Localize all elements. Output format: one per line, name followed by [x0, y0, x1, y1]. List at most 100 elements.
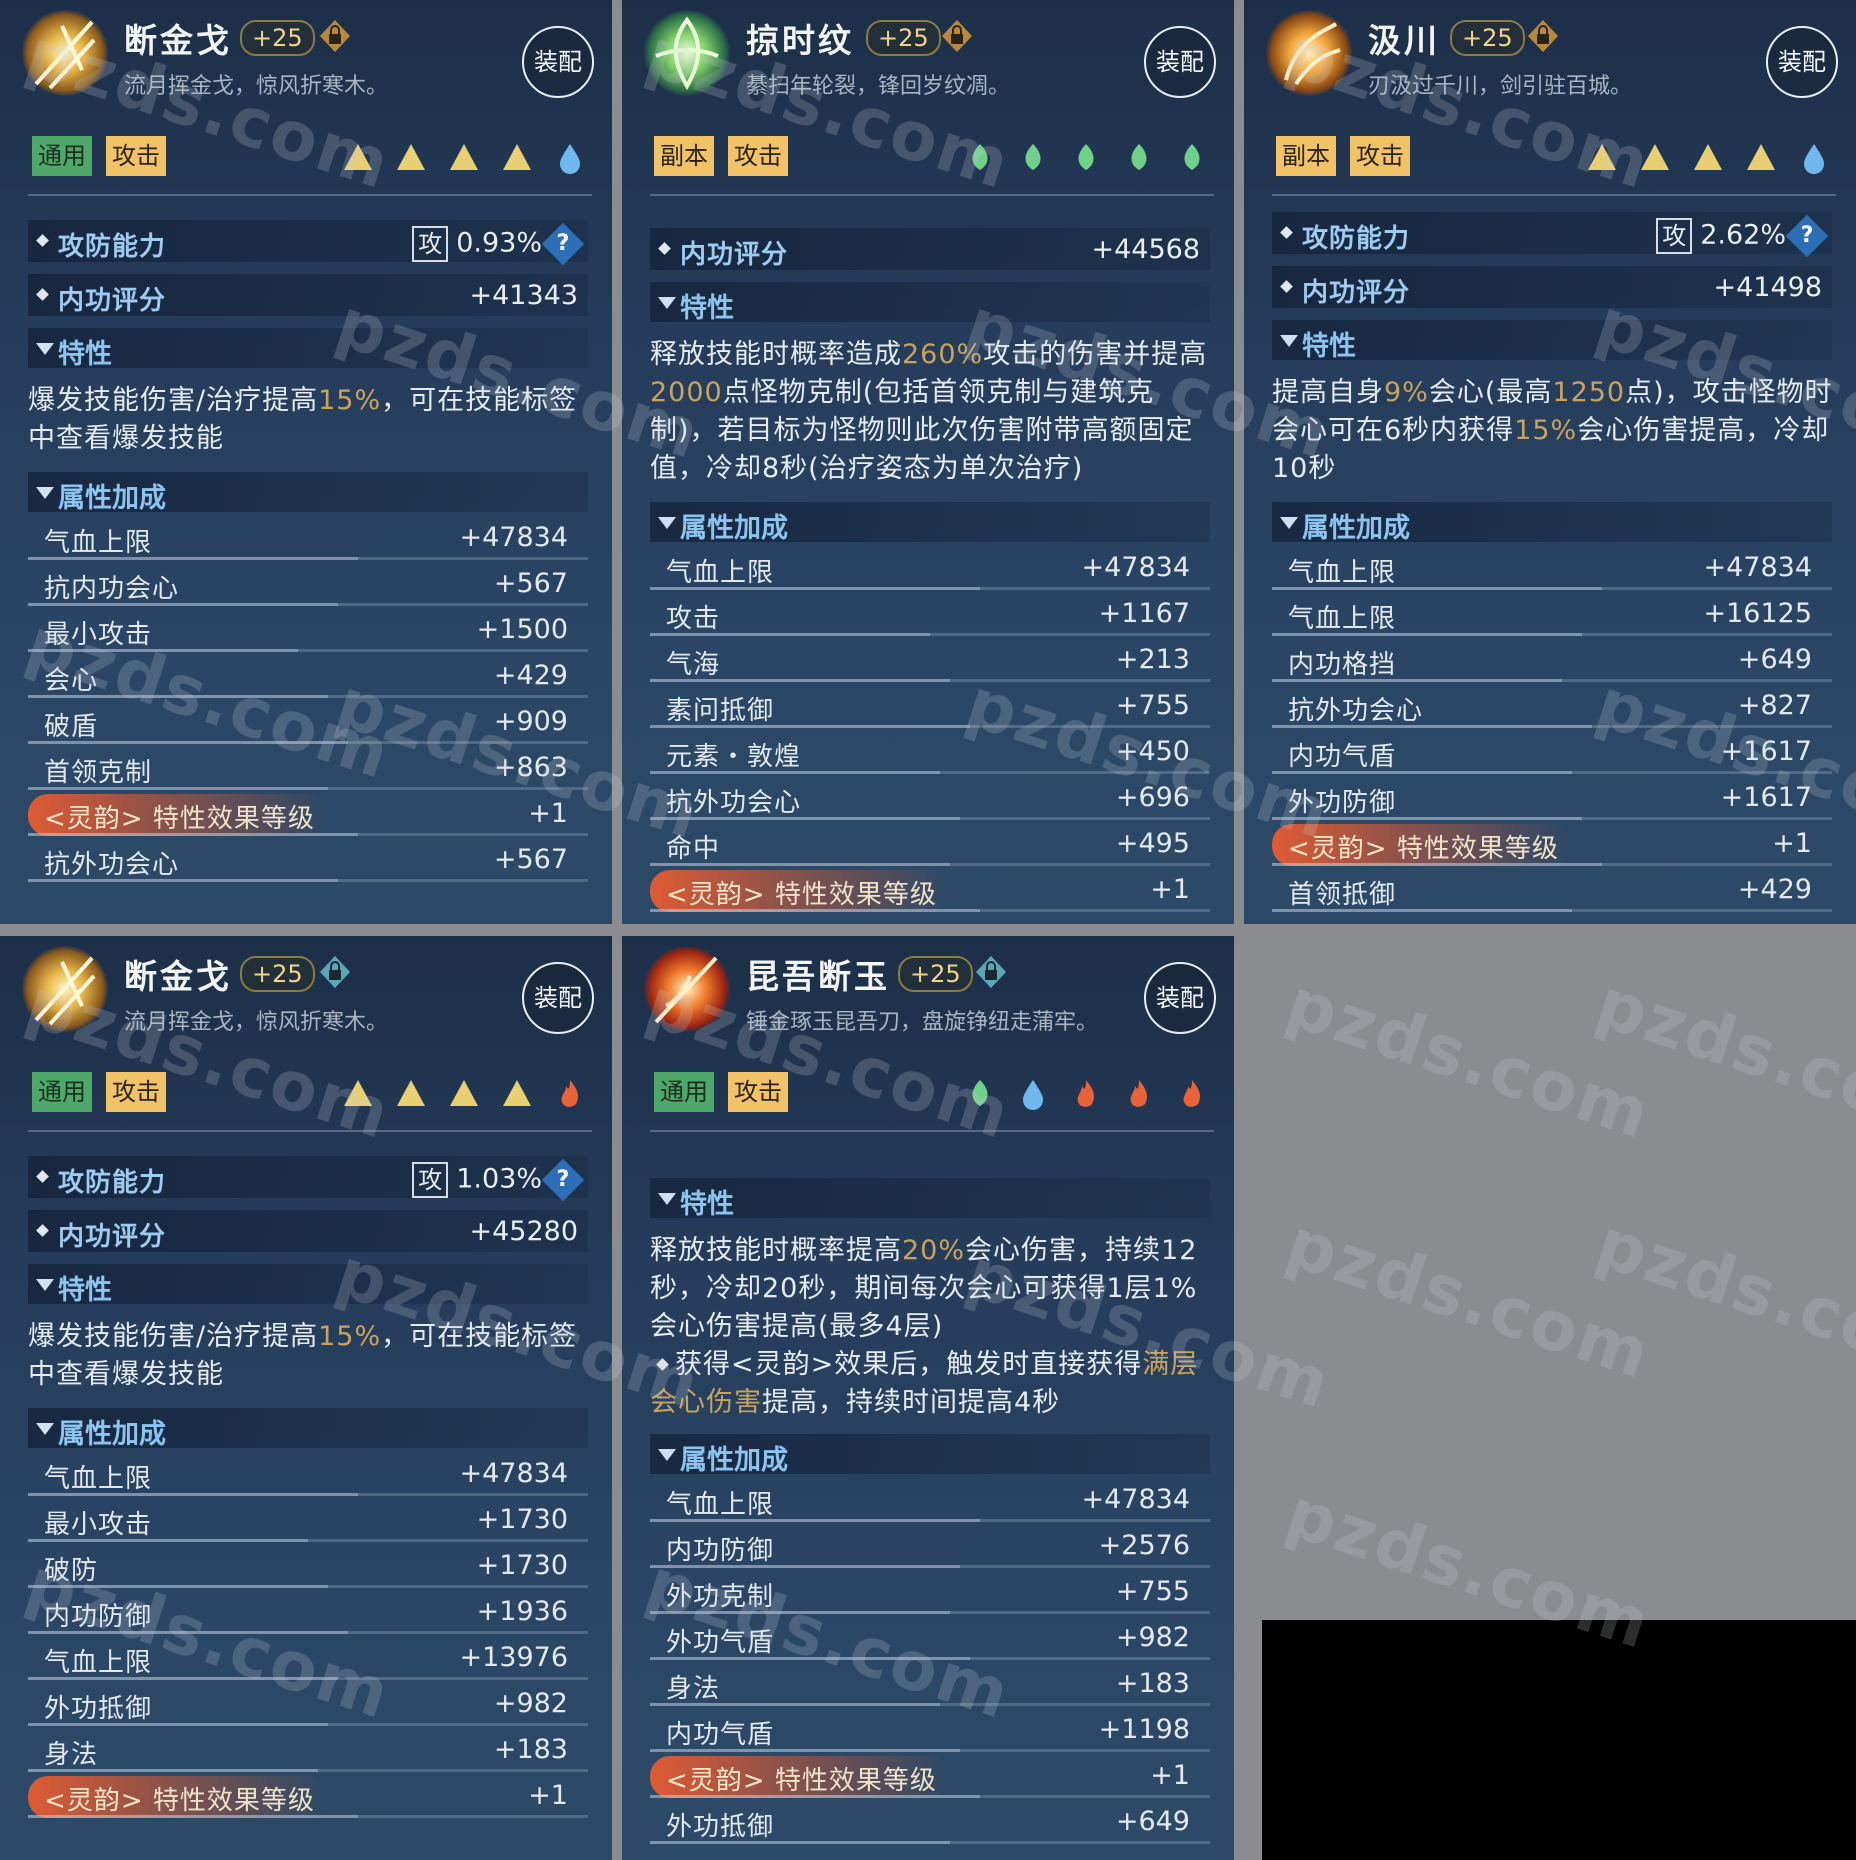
collapse-triangle-icon	[36, 487, 54, 499]
trait-description: 爆发技能伤害/治疗提高15%，可在技能标签中查看爆发技能	[28, 1321, 578, 1390]
attribute-section-header[interactable]: 属性加成	[28, 1408, 588, 1450]
tag-attack: 攻击	[106, 136, 166, 176]
tag-attack: 攻击	[1350, 136, 1410, 176]
divider	[28, 194, 592, 196]
gem-slots	[326, 1076, 586, 1110]
flame-gem-icon	[1077, 1080, 1094, 1107]
attack-defense-row: 攻防能力 攻 2.62%?	[1272, 212, 1832, 258]
collapse-triangle-icon	[36, 343, 54, 355]
level-badge: +25	[1450, 20, 1525, 56]
diamond-bullet-icon	[36, 1170, 49, 1183]
weapon-emblem-icon	[22, 10, 108, 96]
equip-button[interactable]: 装配	[1144, 26, 1216, 98]
weapon-emblem-icon	[644, 10, 730, 96]
water-drop-gem-icon	[1022, 1080, 1043, 1110]
lock-icon[interactable]	[1526, 18, 1560, 54]
stat-row: 外功抵御 +982	[28, 1682, 588, 1728]
weapon-emblem-icon	[1266, 10, 1352, 96]
green-leaf-gem-icon	[1184, 144, 1200, 170]
stat-row: 身法 +183	[650, 1662, 1210, 1708]
help-icon[interactable]: ?	[541, 222, 585, 266]
lock-icon[interactable]	[318, 954, 352, 990]
stat-row: 会心 +429	[28, 654, 588, 700]
help-icon[interactable]: ?	[1785, 214, 1829, 258]
lock-icon[interactable]	[940, 18, 974, 54]
stat-row: 破盾 +909	[28, 700, 588, 746]
lock-icon[interactable]	[318, 18, 352, 54]
diamond-bullet-icon	[36, 288, 49, 301]
stat-row: 内功格挡 +649	[1272, 638, 1832, 684]
card-header: 汲川 +25 刃汲过千川，剑引驻百城。 装配	[1244, 0, 1856, 112]
stat-row: 气血上限 +47834	[650, 546, 1210, 592]
attribute-section-header[interactable]: 属性加成	[650, 502, 1210, 544]
attack-defense-percent: 0.93%	[456, 227, 542, 259]
collapse-triangle-icon	[658, 297, 676, 309]
trait-section-title: 特性	[680, 1189, 734, 1220]
trait-section-header[interactable]: 特性	[28, 328, 588, 370]
attribute-section-header[interactable]: 属性加成	[28, 472, 588, 514]
attack-mode-badge: 攻	[412, 226, 449, 262]
item-description: 流月挥金戈，惊风折寒木。	[124, 74, 389, 99]
lock-icon[interactable]	[974, 954, 1008, 990]
equipment-card-duanjinge-2: 断金戈 +25 流月挥金戈，惊风折寒木。 装配 通用 攻击 攻防能力 攻 1.03…	[0, 936, 612, 1860]
trait-section-title: 特性	[58, 1275, 112, 1306]
equip-button[interactable]: 装配	[1766, 26, 1838, 98]
attack-mode-badge: 攻	[1656, 218, 1693, 254]
item-name: 汲川	[1368, 21, 1440, 60]
flame-gem-icon	[1130, 1080, 1147, 1107]
level-badge: +25	[240, 20, 315, 56]
attack-defense-row: 攻防能力 攻 0.93%?	[28, 220, 588, 266]
weapon-emblem-icon	[644, 946, 730, 1032]
diamond-bullet-icon	[658, 242, 671, 255]
gold-triangle-gem-icon	[396, 144, 425, 170]
stat-row: 内功气盾 +1617	[1272, 730, 1832, 776]
trait-section-header[interactable]: 特性	[650, 282, 1210, 324]
tag-general: 通用	[32, 136, 92, 176]
equip-button[interactable]: 装配	[522, 26, 594, 98]
stat-row: 首领克制 +863	[28, 746, 588, 792]
stat-row: 最小攻击 +1730	[28, 1498, 588, 1544]
special-stat-row: <灵韵> 特性效果等级 +1	[28, 1774, 588, 1820]
attack-defense-label: 攻防能力	[58, 1168, 167, 1198]
attribute-section-title: 属性加成	[680, 513, 788, 544]
tag-general: 通用	[654, 1072, 714, 1112]
trait-section-header[interactable]: 特性	[28, 1264, 588, 1306]
attribute-section-header[interactable]: 属性加成	[1272, 502, 1832, 544]
card-header: 掠时纹 +25 綦扫年轮裂，锋回岁纹凋。 装配	[622, 0, 1234, 112]
stat-row: 气血上限 +47834	[28, 1452, 588, 1498]
diamond-bullet-icon	[1280, 280, 1293, 293]
item-name: 掠时纹	[746, 21, 854, 60]
equipment-card-duanjinge: 断金戈 +25 流月挥金戈，惊风折寒木。 装配 通用 攻击 攻防能力 攻 0.93…	[0, 0, 612, 924]
special-stat-row: <灵韵> 特性效果等级 +1	[650, 1754, 1210, 1800]
equipment-card-kunwuduanyu: 昆吾断玉 +25 锤金琢玉昆吾刀，盘旋铮纽走蒲牢。 装配 通用 攻击 特性 释放…	[622, 936, 1234, 1860]
inner-score-row: 内功评分 +45280	[28, 1210, 588, 1252]
stat-row: 气血上限 +13976	[28, 1636, 588, 1682]
equipment-card-jichuan: 汲川 +25 刃汲过千川，剑引驻百城。 装配 副本 攻击 攻防能力 攻 2.62%…	[1244, 0, 1856, 924]
water-drop-gem-icon	[1804, 144, 1824, 174]
trait-section-header[interactable]: 特性	[650, 1178, 1210, 1220]
equip-button[interactable]: 装配	[522, 962, 594, 1034]
gold-triangle-gem-icon	[1640, 144, 1669, 170]
inner-score-value: +44568	[1091, 234, 1200, 265]
equip-button[interactable]: 装配	[1144, 962, 1216, 1034]
trait-section-header[interactable]: 特性	[1272, 320, 1832, 362]
inner-score-value: +41343	[469, 280, 578, 311]
gold-triangle-gem-icon	[1746, 144, 1775, 170]
attribute-section-header[interactable]: 属性加成	[650, 1434, 1210, 1476]
help-icon[interactable]: ?	[541, 1158, 585, 1202]
stat-row: 气血上限 +47834	[1272, 546, 1832, 592]
gold-triangle-gem-icon	[449, 144, 478, 170]
gold-triangle-gem-icon	[396, 1080, 425, 1106]
stat-row: 外功气盾 +982	[650, 1616, 1210, 1662]
gold-triangle-gem-icon	[449, 1080, 478, 1106]
stat-row: 身法 +183	[28, 1728, 588, 1774]
inner-score-row: 内功评分 +44568	[650, 228, 1210, 270]
attack-defense-label: 攻防能力	[1302, 224, 1411, 254]
stat-row: 最小攻击 +1500	[28, 608, 588, 654]
green-leaf-gem-icon	[972, 144, 988, 170]
tag-dungeon: 副本	[1276, 136, 1336, 176]
green-leaf-gem-icon	[1131, 144, 1147, 170]
tag-attack: 攻击	[106, 1072, 166, 1112]
level-badge: +25	[898, 956, 973, 992]
empty-gray-area	[1244, 936, 1856, 1620]
